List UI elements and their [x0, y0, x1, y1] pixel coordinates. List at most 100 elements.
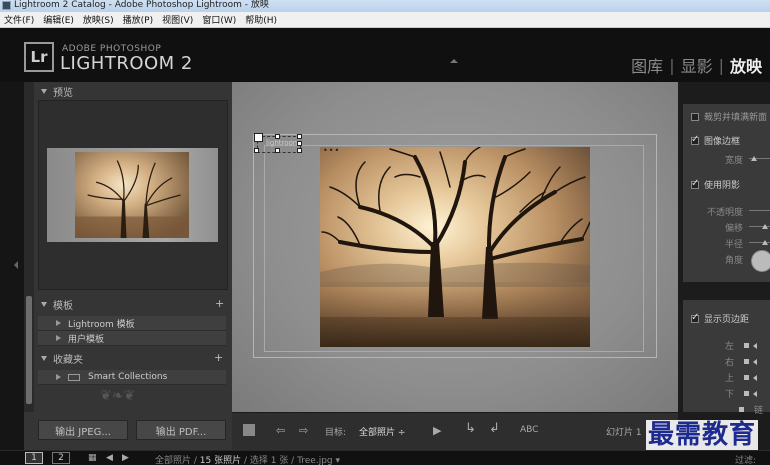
- add-collection-icon[interactable]: +: [214, 351, 223, 364]
- add-text-button[interactable]: ABC: [520, 425, 538, 435]
- expand-triangle-icon: [56, 335, 61, 341]
- image-border-option[interactable]: 图像边框: [691, 134, 740, 147]
- rotate-left-icon[interactable]: ↳: [465, 421, 476, 436]
- resize-handle[interactable]: [297, 141, 302, 146]
- template-folder-lightroom[interactable]: Lightroom 模板: [38, 316, 226, 331]
- collapse-triangle-icon: [41, 88, 47, 94]
- margin-right-slider-icon[interactable]: [753, 358, 758, 365]
- margin-top-slider-icon[interactable]: [753, 374, 758, 381]
- window-titlebar: Lightroom 2 Catalog - Adobe Photoshop Li…: [0, 0, 770, 12]
- width-slider-knob[interactable]: [751, 156, 757, 161]
- photo-count: 15 张照片: [199, 456, 242, 465]
- target-select[interactable]: 全部照片 ÷: [359, 425, 405, 438]
- template-folder-label: 用户模板: [68, 334, 105, 345]
- filmstrip-source-info[interactable]: 全部照片 / 15 张照片 / 选择 1 张 / Tree.jpg ▾: [155, 453, 340, 465]
- rotate-right-icon[interactable]: ↲: [489, 421, 500, 436]
- collapse-triangle-icon: [41, 355, 47, 361]
- watermark-logo: 最需教育: [646, 420, 759, 450]
- export-pdf-button[interactable]: 输出 PDF...: [136, 420, 226, 440]
- use-shadow-option[interactable]: 使用阴影: [691, 178, 740, 191]
- use-shadow-checkbox[interactable]: [691, 178, 699, 189]
- target-label: 目标:: [325, 428, 347, 438]
- back-icon[interactable]: ◀: [106, 453, 113, 463]
- module-library[interactable]: 图库: [631, 53, 663, 77]
- menu-bar: 文件(F) 编辑(E) 放映(S) 播放(P) 视图(V) 窗口(W) 帮助(H…: [0, 12, 770, 28]
- resize-handle[interactable]: [297, 148, 302, 153]
- offset-slider-knob[interactable]: [762, 224, 768, 229]
- image-border-checkbox[interactable]: [691, 134, 699, 145]
- play-icon[interactable]: ▶: [433, 424, 441, 437]
- margin-right-link-box[interactable]: [744, 359, 750, 364]
- grid-view-icon[interactable]: ▦: [88, 453, 97, 463]
- templates-panel-title: 模板: [53, 300, 73, 312]
- preview-panel-title: 预览: [53, 87, 73, 99]
- angle-dial[interactable]: [751, 250, 770, 272]
- left-panel-collapse-icon[interactable]: [14, 261, 18, 269]
- expand-triangle-icon: [56, 320, 61, 326]
- menu-view[interactable]: 视图(V): [162, 13, 193, 26]
- offset-label: 偏移: [724, 224, 743, 234]
- margin-top-row[interactable]: 上: [725, 371, 758, 384]
- menu-file[interactable]: 文件(F): [4, 13, 34, 26]
- menu-play[interactable]: 播放(P): [123, 13, 153, 26]
- opacity-slider[interactable]: [749, 210, 770, 211]
- margin-left-label: 左: [725, 342, 735, 352]
- collections-panel-header[interactable]: 收藏夹: [41, 350, 83, 366]
- left-scrollbar-thumb[interactable]: [26, 296, 32, 404]
- radius-label: 半径: [724, 240, 743, 250]
- preview-panel-header[interactable]: 预览: [41, 83, 73, 99]
- menu-window[interactable]: 窗口(W): [202, 13, 236, 26]
- next-slide-icon[interactable]: ⇨: [299, 424, 308, 437]
- margin-top-label: 上: [725, 374, 735, 384]
- margin-top-link-box[interactable]: [744, 375, 750, 380]
- margin-left-slider-icon[interactable]: [753, 342, 758, 349]
- margin-left-link-box[interactable]: [744, 343, 750, 348]
- resize-handle[interactable]: [254, 133, 263, 142]
- export-jpeg-button[interactable]: 输出 JPEG...: [38, 420, 128, 440]
- resize-handle[interactable]: [275, 148, 280, 153]
- resize-handle[interactable]: [297, 134, 302, 139]
- margin-bottom-link-box[interactable]: [744, 391, 750, 396]
- collapse-triangle-icon: [41, 301, 47, 307]
- menu-slideshow[interactable]: 放映(S): [83, 13, 114, 26]
- show-margins-label: 显示页边距: [704, 315, 750, 325]
- margin-link-all-box[interactable]: [739, 407, 744, 412]
- previous-slide-icon[interactable]: ⇦: [276, 424, 285, 437]
- show-margins-checkbox[interactable]: [691, 312, 699, 323]
- template-folder-label: Lightroom 模板: [68, 319, 135, 330]
- angle-label: 角度: [724, 256, 743, 266]
- crop-fill-option[interactable]: 裁剪并填满新面: [691, 110, 767, 123]
- margin-right-row[interactable]: 右: [725, 355, 758, 368]
- margin-bottom-label: 下: [725, 390, 735, 400]
- radius-slider-knob[interactable]: [762, 240, 768, 245]
- menu-edit[interactable]: 编辑(E): [43, 13, 74, 26]
- forward-icon[interactable]: ▶: [122, 453, 129, 463]
- templates-panel-header[interactable]: 模板: [41, 296, 73, 312]
- slide-photo[interactable]: [320, 147, 590, 347]
- identity-plate-header: Lr ADOBE PHOTOSHOP LIGHTROOM 2 图库 | 显影 |…: [0, 28, 770, 82]
- margin-link-row[interactable]: 链: [735, 403, 763, 416]
- secondary-window-button[interactable]: 2: [52, 452, 70, 464]
- filmstrip-status-bar: [0, 450, 770, 465]
- opacity-label: 不透明度: [706, 208, 743, 218]
- menu-help[interactable]: 帮助(H): [245, 13, 277, 26]
- crop-fill-checkbox[interactable]: [691, 112, 699, 121]
- margin-bottom-row[interactable]: 下: [725, 387, 758, 400]
- module-develop[interactable]: 显影: [681, 53, 713, 77]
- selection-info: / 选择 1 张 / Tree.jpg ▾: [243, 456, 340, 465]
- margin-left-row[interactable]: 左: [725, 339, 758, 352]
- use-shadow-label: 使用阴影: [704, 181, 741, 191]
- left-panel-edge: [0, 82, 24, 450]
- crop-fill-label: 裁剪并填满新面: [704, 113, 768, 123]
- margin-bottom-slider-icon[interactable]: [753, 390, 758, 397]
- resize-handle[interactable]: [275, 134, 280, 139]
- module-slideshow[interactable]: 放映: [730, 53, 762, 77]
- stop-button[interactable]: [243, 424, 255, 436]
- template-folder-user[interactable]: 用户模板: [38, 331, 226, 346]
- primary-window-button[interactable]: 1: [25, 452, 43, 464]
- resize-handle[interactable]: [254, 148, 259, 153]
- top-panel-collapse-icon[interactable]: [450, 59, 458, 63]
- collection-smart-collections[interactable]: Smart Collections: [38, 370, 226, 385]
- add-template-icon[interactable]: +: [215, 297, 224, 310]
- show-margins-option[interactable]: 显示页边距: [691, 312, 749, 325]
